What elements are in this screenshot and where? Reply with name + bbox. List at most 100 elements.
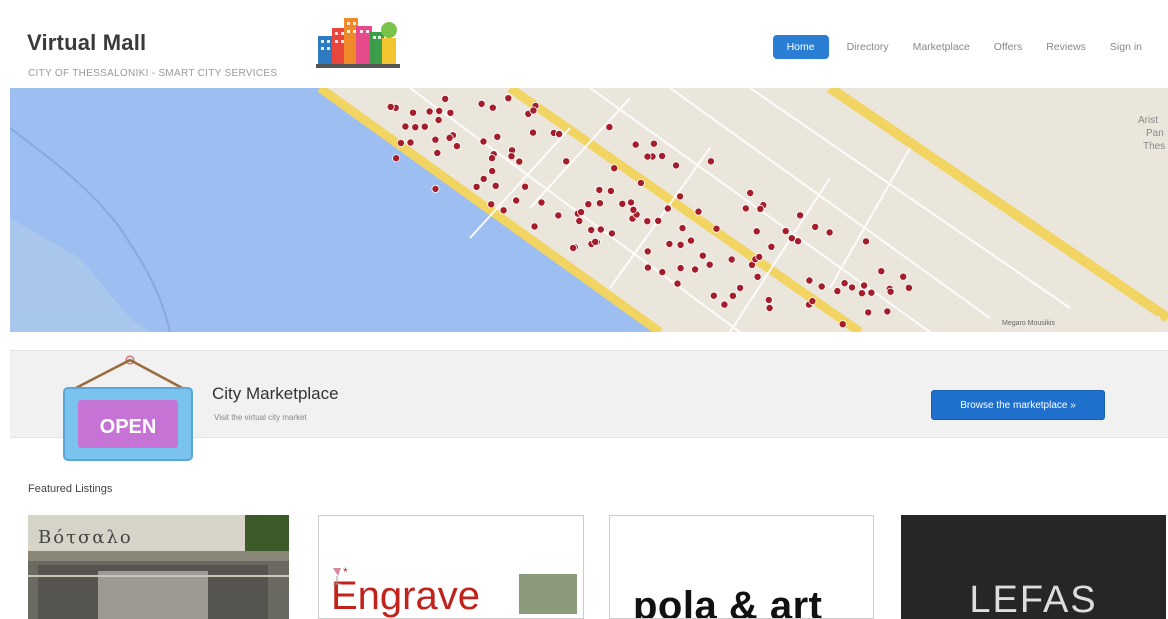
map-pin[interactable] xyxy=(530,222,539,231)
map-pin[interactable] xyxy=(479,137,488,146)
map-pin[interactable] xyxy=(825,228,834,237)
map-pin[interactable] xyxy=(420,122,429,131)
map-pin[interactable] xyxy=(676,192,685,201)
map-pin[interactable] xyxy=(386,102,395,111)
map-pin[interactable] xyxy=(441,94,450,103)
map-pin[interactable] xyxy=(605,123,614,132)
map-pin[interactable] xyxy=(899,272,908,281)
map-pin[interactable] xyxy=(577,208,586,217)
map-pin[interactable] xyxy=(515,157,524,166)
map-pin[interactable] xyxy=(694,207,703,216)
map-pin[interactable] xyxy=(877,267,886,276)
map-pin[interactable] xyxy=(867,288,876,297)
map-pin[interactable] xyxy=(796,211,805,220)
nav-reviews[interactable]: Reviews xyxy=(1034,35,1098,59)
map-pin[interactable] xyxy=(663,204,672,213)
listing-card-lefas[interactable]: LEFAS xyxy=(901,515,1166,619)
map-pin[interactable] xyxy=(787,234,796,243)
map-pin[interactable] xyxy=(392,154,401,163)
nav-home[interactable]: Home xyxy=(772,35,829,59)
map-pin[interactable] xyxy=(817,282,826,291)
map-pin[interactable] xyxy=(676,264,685,273)
map-pin[interactable] xyxy=(629,205,638,214)
nav-offers[interactable]: Offers xyxy=(982,35,1034,59)
map-pin[interactable] xyxy=(499,206,508,215)
map-pin[interactable] xyxy=(507,152,516,161)
map-pin[interactable] xyxy=(512,196,521,205)
map-pin[interactable] xyxy=(479,174,488,183)
map-pin[interactable] xyxy=(676,240,685,249)
map-pin[interactable] xyxy=(396,139,405,148)
map-pin[interactable] xyxy=(848,283,857,292)
map-pin[interactable] xyxy=(857,289,866,298)
map-pin[interactable] xyxy=(665,239,674,248)
map-pin[interactable] xyxy=(587,225,596,234)
map-pin[interactable] xyxy=(746,189,755,198)
nav-directory[interactable]: Directory xyxy=(835,35,901,59)
map-pin[interactable] xyxy=(433,149,442,158)
map-pin[interactable] xyxy=(755,252,764,261)
map-pin[interactable] xyxy=(860,281,869,290)
map-pin[interactable] xyxy=(767,242,776,251)
map-pin[interactable] xyxy=(678,224,687,233)
map-pin[interactable] xyxy=(488,103,497,112)
map-pin[interactable] xyxy=(493,132,502,141)
map-pin[interactable] xyxy=(658,268,667,277)
map-pin[interactable] xyxy=(569,243,578,252)
browse-marketplace-button[interactable]: Browse the marketplace » xyxy=(931,390,1105,420)
map-pin[interactable] xyxy=(838,320,847,329)
map-pin[interactable] xyxy=(712,224,721,233)
map-pin[interactable] xyxy=(705,260,714,269)
map-pin[interactable] xyxy=(736,283,745,292)
map-pin[interactable] xyxy=(643,217,652,226)
map-pin[interactable] xyxy=(591,237,600,246)
map-pin[interactable] xyxy=(833,287,842,296)
map-pin[interactable] xyxy=(562,157,571,166)
map-pin[interactable] xyxy=(636,178,645,187)
map-pin[interactable] xyxy=(452,142,461,151)
map-pin[interactable] xyxy=(672,161,681,170)
map-pin[interactable] xyxy=(529,106,538,115)
map-pin[interactable] xyxy=(741,204,750,213)
map-pin[interactable] xyxy=(691,265,700,274)
listing-card-votsalo[interactable]: Βότσαλο xyxy=(28,515,289,619)
map-pin[interactable] xyxy=(654,216,663,225)
map-canvas[interactable]: Megaro Mousikis Arist Pan Thes xyxy=(10,88,1168,332)
map-pin[interactable] xyxy=(606,187,615,196)
map-pin[interactable] xyxy=(764,295,773,304)
map-pin[interactable] xyxy=(406,138,415,147)
map-pin[interactable] xyxy=(709,291,718,300)
map-pin[interactable] xyxy=(487,154,496,163)
map-pin[interactable] xyxy=(596,225,605,234)
map-pin[interactable] xyxy=(752,227,761,236)
map-pin[interactable] xyxy=(643,152,652,161)
map-pin[interactable] xyxy=(537,198,546,207)
map-pin[interactable] xyxy=(488,167,497,176)
map-pin[interactable] xyxy=(435,106,444,115)
city-map[interactable]: Megaro Mousikis Arist Pan Thes xyxy=(10,88,1168,332)
map-pin[interactable] xyxy=(658,152,667,161)
map-pin[interactable] xyxy=(554,211,563,220)
map-pin[interactable] xyxy=(595,185,604,194)
listing-card-pola-art[interactable]: pola & art xyxy=(609,515,874,619)
map-pin[interactable] xyxy=(491,181,500,190)
map-pin[interactable] xyxy=(610,164,619,173)
map-pin[interactable] xyxy=(631,140,640,149)
map-pin[interactable] xyxy=(425,107,434,116)
map-pin[interactable] xyxy=(808,297,817,306)
map-pin[interactable] xyxy=(529,128,538,137)
map-pin[interactable] xyxy=(607,229,616,238)
map-pin[interactable] xyxy=(862,237,871,246)
map-pin[interactable] xyxy=(445,133,454,142)
map-pin[interactable] xyxy=(472,182,481,191)
map-pin[interactable] xyxy=(575,216,584,225)
map-pin[interactable] xyxy=(555,130,564,139)
map-pin[interactable] xyxy=(687,236,696,245)
map-pin[interactable] xyxy=(781,227,790,236)
map-pin[interactable] xyxy=(411,123,420,132)
map-pin[interactable] xyxy=(477,99,486,108)
map-pin[interactable] xyxy=(434,115,443,124)
map-pin[interactable] xyxy=(627,198,636,207)
map-pin[interactable] xyxy=(431,135,440,144)
map-pin[interactable] xyxy=(408,108,417,117)
